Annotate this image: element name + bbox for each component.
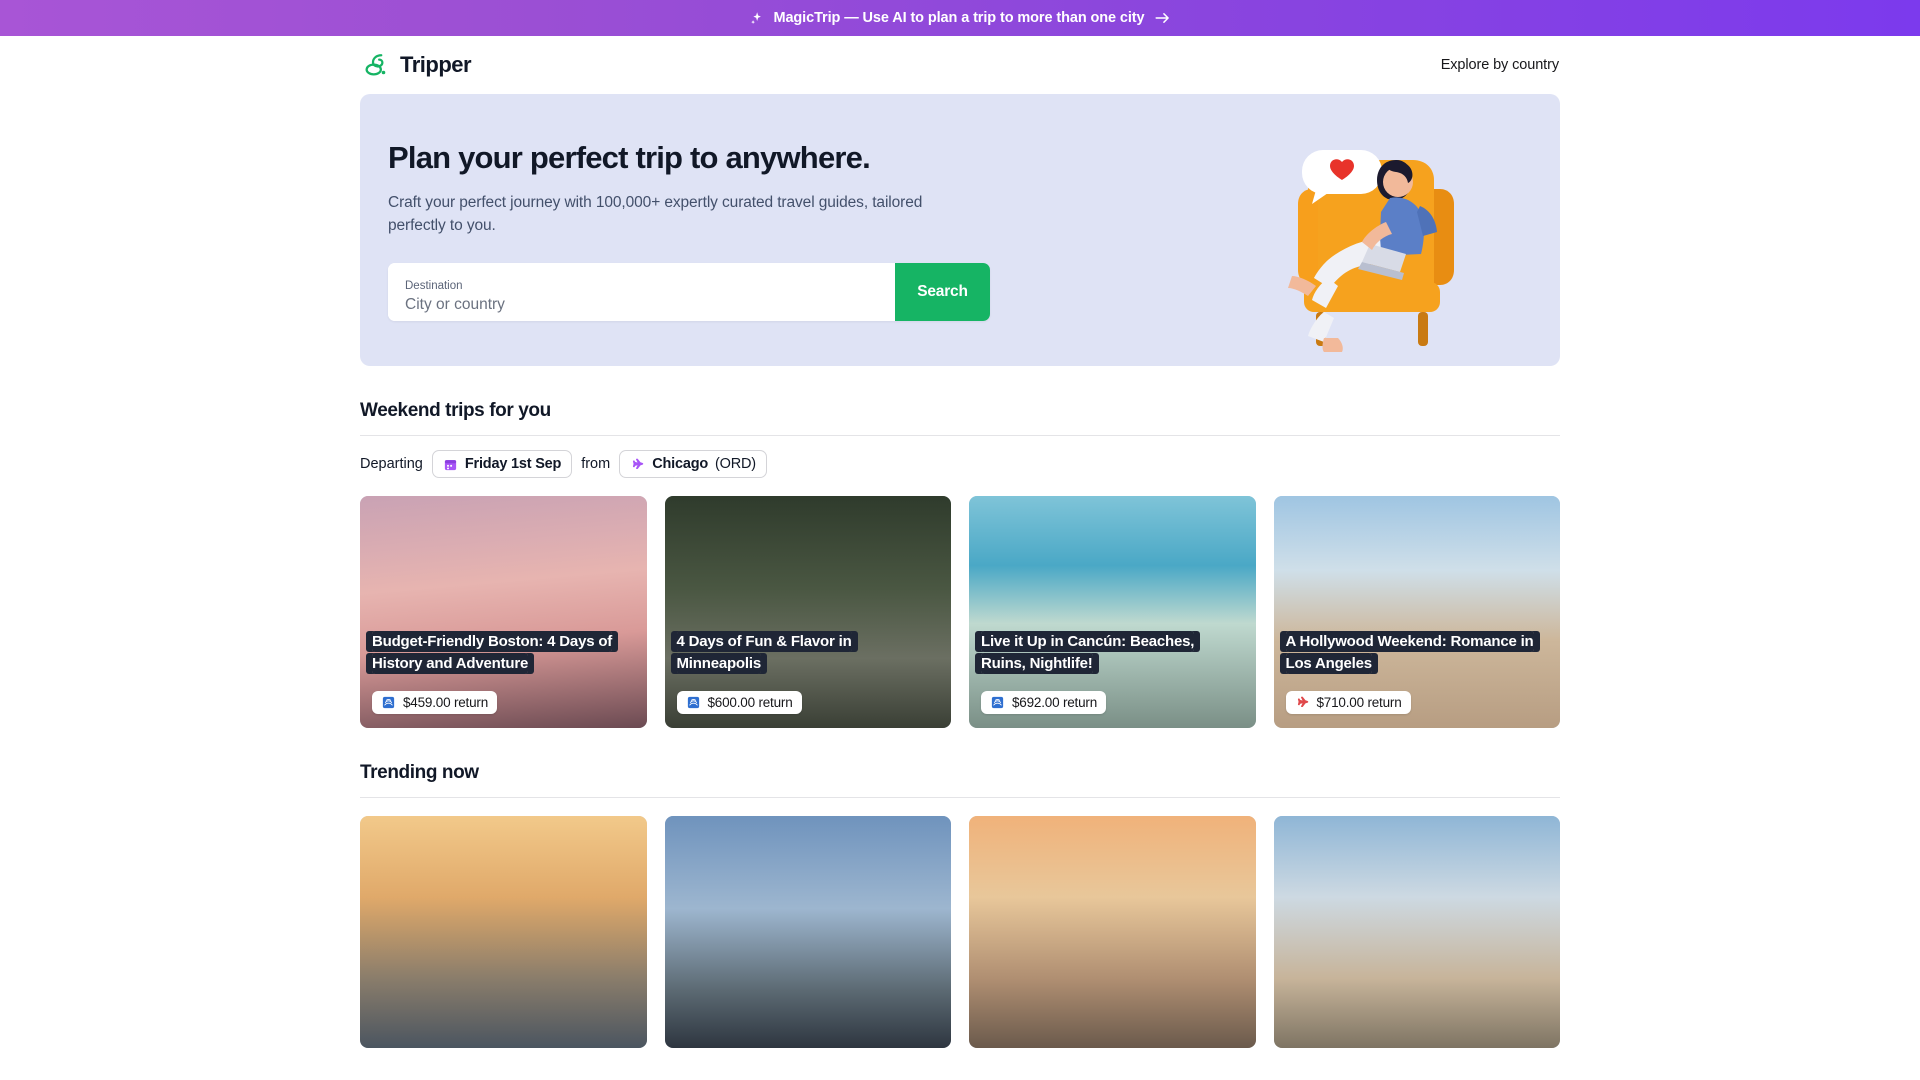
tripper-loop-logo-icon [365,54,386,76]
departure-date-chip[interactable]: Friday 1st Sep [431,450,573,478]
train-icon [687,696,699,709]
card-photo [664,816,951,1048]
section-title-trending: Trending now [360,762,479,783]
site-header: Tripper Explore by country [360,36,1560,94]
destination-label: Destination [405,280,463,293]
trending-card-list [360,816,1560,1048]
section-title-weekend: Weekend trips for you [360,400,551,421]
airplane-icon [1297,696,1308,708]
trending-section: Trending now [360,762,1560,1048]
hero-title: Plan your perfect trip to anywhere. [388,139,871,175]
page-root: MagicTrip — Use AI to plan a trip to mor… [0,0,1920,1080]
from-label: from [581,456,611,472]
brand-logo[interactable]: Tripper [361,50,472,80]
weekend-trips-section: Weekend trips for you Departing Friday 1… [360,400,1560,728]
card-photo [1273,816,1560,1048]
card-price-badge: $710.00 return [1285,691,1411,714]
departure-date-label: Friday 1st Sep [464,456,562,472]
card-title: A Hollywood Weekend: Romance in Los Ange… [1285,631,1534,674]
promo-banner-content: MagicTrip — Use AI to plan a trip to mor… [749,10,1170,26]
calendar-icon [444,459,456,470]
trip-card[interactable]: A Hollywood Weekend: Romance in Los Ange… [1273,496,1560,728]
destination-field[interactable]: Destination [388,263,895,322]
departing-label: Departing [360,456,423,472]
card-photo [360,816,647,1048]
card-title: 4 Days of Fun & Flavor in Minneapolis [676,631,852,674]
card-price-text: $600.00 return [707,695,793,710]
nav-explore-by-country[interactable]: Explore by country [1441,57,1559,73]
search-input[interactable] [405,294,895,314]
card-photo [969,816,1256,1048]
hero-section: Plan your perfect trip to anywhere. Craf… [360,94,1560,366]
trip-card[interactable]: Live it Up in Cancún: Beaches, Ruins, Ni… [969,496,1256,728]
hero-subtitle: Craft your perfect journey with 100,000+… [388,193,923,234]
trending-card[interactable] [360,816,647,1048]
sparkle-icon [751,11,762,24]
origin-airport-chip[interactable]: Chicago (ORD) [619,450,767,478]
promo-banner[interactable]: MagicTrip — Use AI to plan a trip to mor… [0,0,1920,36]
card-price-text: $459.00 return [403,695,489,710]
airplane-icon [633,458,644,469]
section-divider [360,435,1560,436]
arrow-right-icon [1154,13,1169,23]
card-price-badge: $600.00 return [676,691,802,714]
hero-search-bar: Destination Search [388,263,990,322]
card-price-badge: $692.00 return [981,691,1107,714]
origin-code: (ORD) [715,456,756,472]
section-divider [360,797,1560,798]
content-wrapper: Tripper Explore by country Plan your per… [360,36,1560,1048]
trip-card[interactable]: 4 Days of Fun & Flavor in Minneapolis $6… [664,496,951,728]
trending-card[interactable] [969,816,1256,1048]
promo-banner-text: MagicTrip — Use AI to plan a trip to mor… [773,10,1145,26]
origin-city: Chicago [652,456,709,472]
weekend-card-list: Budget-Friendly Boston: 4 Days of Histor… [360,496,1560,728]
card-price-badge: $459.00 return [372,691,498,714]
train-icon [382,696,395,709]
trip-card[interactable]: Budget-Friendly Boston: 4 Days of Histor… [360,496,647,728]
departing-filter-row: Departing Friday 1st Sep from Chicago (O… [360,450,1560,478]
card-price-text: $710.00 return [1316,695,1402,710]
card-title: Budget-Friendly Boston: 4 Days of Histor… [372,631,613,674]
trending-card[interactable] [1273,816,1560,1048]
card-price-text: $692.00 return [1012,695,1098,710]
trending-card[interactable] [664,816,951,1048]
card-title: Live it Up in Cancún: Beaches, Ruins, Ni… [981,631,1195,674]
brand-name: Tripper [400,52,472,77]
search-button[interactable]: Search [895,263,990,322]
hero-copy: Plan your perfect trip to anywhere. Craf… [360,139,1000,322]
woman-in-armchair-with-heart-chat-illustration [1288,150,1454,352]
train-icon [991,696,1004,709]
